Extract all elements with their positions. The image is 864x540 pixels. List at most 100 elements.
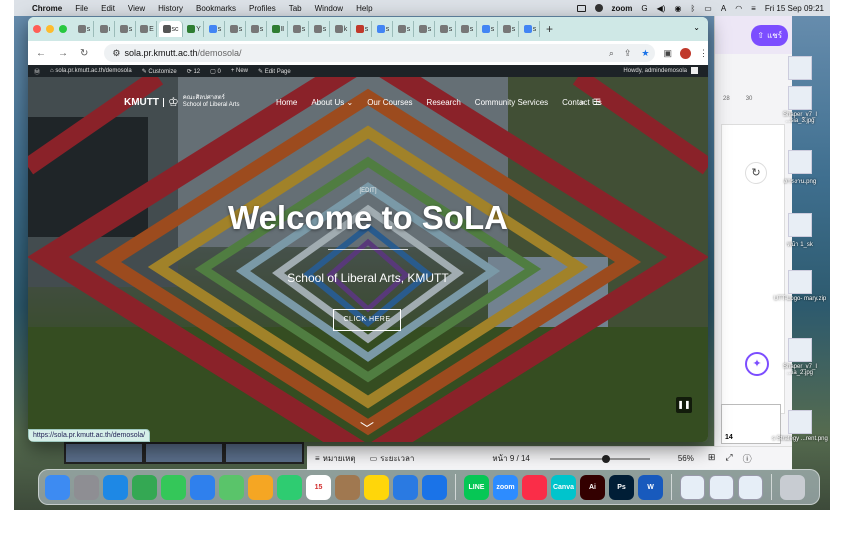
menu-window[interactable]: Window [315, 4, 343, 13]
scroll-down-icon[interactable]: ﹀ [360, 419, 374, 439]
forward-icon[interactable]: → [58, 48, 68, 59]
sidebar-icon[interactable]: ▣ [663, 48, 672, 59]
fullscreen-icon[interactable]: ⤢ [725, 452, 732, 465]
desktop-file[interactable]: Shaper_v7_I ...ia_2.jpg [772, 338, 828, 376]
desktop-file[interactable] [772, 56, 828, 82]
dock-preview-1-icon[interactable] [680, 474, 705, 500]
back-icon[interactable]: ← [36, 48, 46, 59]
nav-our-courses[interactable]: Our Courses [367, 98, 412, 107]
browser-tab[interactable]: s [416, 21, 435, 37]
clock[interactable]: Fri 15 Sep 09:21 [765, 4, 824, 13]
account-menu[interactable]: Howdy, admindemosola [623, 68, 687, 74]
dock-preview-2-icon[interactable] [709, 474, 734, 500]
browser-tab[interactable]: s [500, 21, 519, 37]
browser-tab[interactable]: E [138, 21, 157, 37]
profile-avatar[interactable] [680, 47, 691, 59]
status-icon[interactable] [576, 4, 586, 12]
user-avatar[interactable] [691, 67, 698, 74]
edit-link[interactable]: [EDIT] [28, 188, 708, 194]
pause-icon[interactable]: ❚❚ [676, 397, 692, 413]
wifi-icon[interactable]: ◠ [735, 4, 742, 13]
menu-help[interactable]: Help [356, 4, 372, 13]
battery-icon[interactable]: ▭ [704, 4, 712, 13]
browser-tab[interactable]: s [395, 21, 414, 37]
zoom-slider-handle[interactable] [601, 454, 610, 463]
desktop-file[interactable]: s Strategy ...rent.png [772, 410, 828, 442]
browser-tab[interactable]: s [290, 21, 309, 37]
reload-icon[interactable]: ↻ [80, 48, 88, 59]
dock-mail-icon[interactable] [190, 474, 215, 500]
minimize-window-icon[interactable] [46, 25, 54, 33]
browser-tab[interactable]: s [437, 21, 456, 37]
record-icon[interactable] [594, 4, 603, 12]
more-menu-icon[interactable]: ⋮ [699, 48, 708, 59]
line-icon[interactable]: ◉ [674, 4, 681, 13]
share-button[interactable]: ⇧ แชร์ [751, 24, 788, 46]
desktop-file[interactable]: สารงาน.png [772, 150, 828, 186]
dock-canva-icon[interactable]: Canva [551, 474, 576, 500]
grid-view-icon[interactable]: ⊞ [708, 452, 716, 465]
menu-tab[interactable]: Tab [289, 4, 302, 13]
text-input-icon[interactable]: A [721, 4, 726, 13]
site-search-icon[interactable]: ⌕ [580, 97, 585, 108]
browser-tab[interactable]: s [458, 21, 477, 37]
tab-active[interactable]: sc [159, 21, 183, 37]
dock-illustrator-icon[interactable]: Ai [580, 474, 605, 500]
dock-messages-icon[interactable] [161, 474, 186, 500]
dock-word-icon[interactable]: W [638, 474, 663, 500]
comments-link[interactable]: ▢ 0 [210, 68, 221, 75]
share-icon[interactable]: ⇪ [624, 48, 632, 59]
menu-view[interactable]: View [128, 4, 145, 13]
site-logo[interactable]: KMUTT ♔ คณะศิลปศาสตร์ School of Liberal … [124, 95, 239, 109]
dock-chrome-icon[interactable] [132, 474, 157, 500]
timer-button[interactable]: ▭ ระยะเวลา [370, 452, 415, 465]
click-here-button[interactable]: CLICK HERE [333, 309, 401, 331]
nav-research[interactable]: Research [427, 98, 461, 107]
browser-tab[interactable]: s [75, 21, 94, 37]
browser-tab[interactable]: s [248, 21, 267, 37]
dock-preview-3-icon[interactable] [738, 474, 763, 500]
browser-tab[interactable]: s [374, 21, 393, 37]
nav-community-services[interactable]: Community Services [475, 98, 548, 107]
desktop-file[interactable]: Shaper_v7_I ...sia_3.jpg [772, 86, 828, 124]
menu-bookmarks[interactable]: Bookmarks [196, 4, 236, 13]
site-info-icon[interactable]: ⚙ [112, 48, 120, 59]
volume-icon[interactable]: ◀) [657, 4, 666, 13]
dock-notes-icon[interactable] [364, 474, 389, 500]
control-center-icon[interactable]: ≡ [751, 4, 756, 13]
search-icon[interactable]: ⌕ [609, 48, 614, 59]
dock-facetime-icon[interactable] [277, 474, 302, 500]
dock-finder-icon[interactable] [45, 474, 70, 500]
nav-about-us[interactable]: About Us ⌄ [311, 98, 353, 107]
new-content-link[interactable]: + New [231, 68, 248, 74]
customize-link[interactable]: ✎ Customize [142, 68, 177, 75]
dock-contacts-icon[interactable] [335, 474, 360, 500]
refresh-icon[interactable]: ↻ [745, 162, 767, 184]
menu-profiles[interactable]: Profiles [249, 4, 276, 13]
browser-tab[interactable]: k [332, 21, 351, 37]
close-window-icon[interactable] [33, 25, 41, 33]
help-icon[interactable]: ⓘ [743, 452, 752, 465]
dock-keynote-icon[interactable] [422, 474, 447, 500]
tab-search-icon[interactable]: ⌄ [693, 23, 700, 32]
dock-safari-icon[interactable] [103, 474, 128, 500]
dock-maps-icon[interactable] [219, 474, 244, 500]
dock-launchpad-icon[interactable] [74, 474, 99, 500]
browser-tab[interactable]: s [311, 21, 330, 37]
desktop-file[interactable]: หน้า 1_sk [772, 213, 828, 249]
browser-tab[interactable]: ι [96, 21, 115, 37]
maximize-window-icon[interactable] [59, 25, 67, 33]
new-tab-icon[interactable]: + [546, 22, 553, 36]
zoom-slider[interactable] [549, 454, 650, 463]
browser-tab[interactable]: s [206, 21, 225, 37]
browser-tab[interactable]: s [479, 21, 498, 37]
magic-icon[interactable]: ✦ [745, 352, 769, 376]
wordpress-icon[interactable]: Ⓦ [34, 67, 40, 76]
browser-tab[interactable]: Ⅱ [269, 21, 288, 37]
notes-button[interactable]: ≡ หมายเหตุ [315, 452, 356, 465]
bluetooth-icon[interactable]: ᛒ [690, 4, 695, 13]
hamburger-menu-icon[interactable]: ☰ [593, 97, 601, 108]
browser-tab[interactable]: s [227, 21, 246, 37]
desktop-file[interactable]: UTT-Logo- mary.zip [772, 270, 828, 302]
menu-history[interactable]: History [158, 4, 183, 13]
